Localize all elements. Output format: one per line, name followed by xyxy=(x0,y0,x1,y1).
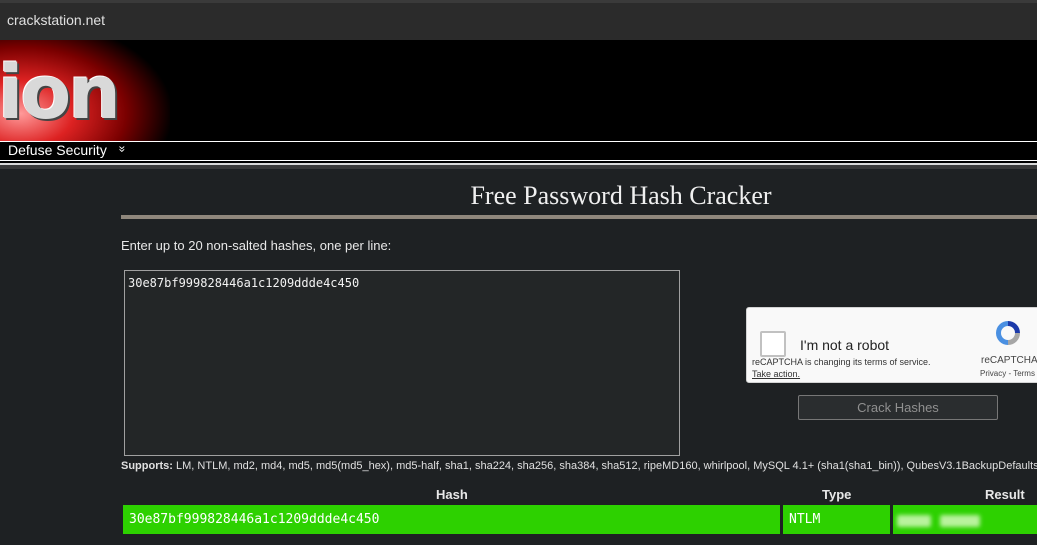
crack-hashes-button[interactable]: Crack Hashes xyxy=(798,395,998,420)
header-type: Type xyxy=(822,487,852,502)
chevron-glyph: » xyxy=(115,145,130,153)
result-redacted-2 xyxy=(940,515,980,527)
result-hash-cell: 30e87bf999828446a1c1209ddde4c450 xyxy=(123,505,780,534)
recaptcha-links[interactable]: Privacy - Terms xyxy=(980,369,1035,378)
header-hash: Hash xyxy=(436,487,468,502)
top-nav: Defuse Security » xyxy=(0,141,1037,161)
site-logo[interactable]: ion xyxy=(0,50,121,136)
recaptcha-checkbox[interactable] xyxy=(760,331,786,357)
recaptcha-logo-icon xyxy=(996,321,1020,345)
url-text[interactable]: crackstation.net xyxy=(7,12,105,28)
nav-menu-defuse-security[interactable]: Defuse Security xyxy=(8,142,107,158)
site-banner: ion xyxy=(0,40,1037,142)
recaptcha-label: I'm not a robot xyxy=(800,337,890,353)
supports-label: Supports: xyxy=(121,460,173,472)
hash-input[interactable] xyxy=(124,270,680,456)
recaptcha-brand: reCAPTCHA xyxy=(981,355,1037,366)
chevron-down-icon[interactable]: » xyxy=(115,146,129,153)
page-title: Free Password Hash Cracker xyxy=(470,181,772,210)
header-result: Result xyxy=(985,487,1025,502)
supports-list: LM, NTLM, md2, md4, md5, md5(md5_hex), m… xyxy=(176,460,1037,472)
recaptcha-notice: reCAPTCHA is changing its terms of servi… xyxy=(752,357,931,367)
result-type-cell: NTLM xyxy=(783,505,890,534)
instructions-text: Enter up to 20 non-salted hashes, one pe… xyxy=(121,238,392,253)
browser-url-bar[interactable]: crackstation.net xyxy=(0,0,1037,40)
supported-hashes: Supports: LM, NTLM, md2, md4, md5, md5(m… xyxy=(121,460,1037,472)
result-redacted-1 xyxy=(897,515,931,527)
title-divider xyxy=(121,215,1037,219)
nav-divider-dark xyxy=(0,165,1037,169)
recaptcha-take-action-link[interactable]: Take action. xyxy=(752,369,800,379)
recaptcha-widget: I'm not a robot reCAPTCHA is changing it… xyxy=(746,307,1037,383)
